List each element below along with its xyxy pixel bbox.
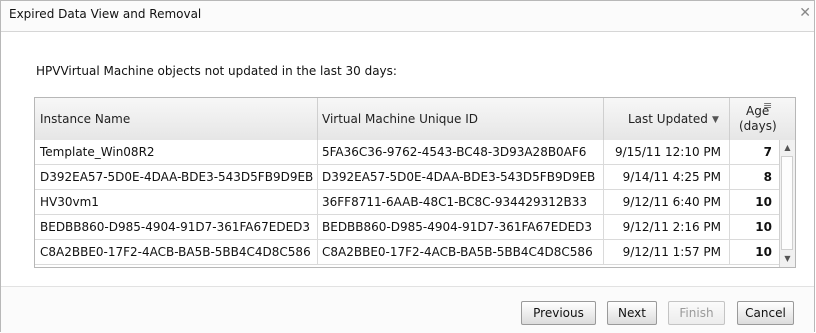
- scrollbar-thumb[interactable]: [781, 156, 793, 250]
- table-row[interactable]: BEDBB860-D985-4904-91D7-361FA67EDED3 BED…: [35, 215, 779, 240]
- age-cell: 10: [755, 245, 772, 259]
- age-cell: 7: [763, 145, 772, 159]
- scroll-up-icon[interactable]: ▲: [780, 140, 795, 155]
- description-text: HPVVirtual Machine objects not updated i…: [36, 64, 397, 78]
- grid-header: Instance Name Virtual Machine Unique ID …: [35, 98, 795, 141]
- finish-button[interactable]: Finish: [668, 301, 725, 325]
- column-menu-icon[interactable]: ≡: [763, 99, 772, 112]
- age-cell: 8: [763, 170, 772, 184]
- expired-data-dialog: Expired Data View and Removal ✕ HPVVirtu…: [0, 0, 815, 333]
- cancel-button[interactable]: Cancel: [737, 301, 794, 325]
- next-button[interactable]: Next: [607, 301, 657, 325]
- unique-id-cell: D392EA57-5D0E-4DAA-BDE3-543D5FB9D9EB: [318, 165, 604, 189]
- column-header-instance-name[interactable]: Instance Name: [35, 98, 318, 140]
- unique-id-cell: C8A2BBE0-17F2-4ACB-BA5B-5BB4C4D8C586: [318, 240, 604, 264]
- dialog-footer: Previous Next Finish Cancel: [1, 286, 814, 333]
- instance-name-cell: BEDBB860-D985-4904-91D7-361FA67EDED3: [35, 215, 318, 239]
- unique-id-cell: 5FA36C36-9762-4543-BC48-3D93A28B0AF6: [318, 140, 604, 164]
- dialog-titlebar: Expired Data View and Removal ✕: [1, 1, 814, 32]
- column-header-last-updated[interactable]: Last Updated ▼: [604, 98, 730, 140]
- last-updated-cell: 9/15/11 12:10 PM: [604, 140, 730, 164]
- unique-id-cell: 36FF8711-6AAB-48C1-BC8C-934429312B33: [318, 190, 604, 214]
- instance-name-cell: Template_Win08R2: [35, 140, 318, 164]
- last-updated-cell: 9/12/11 2:16 PM: [604, 215, 730, 239]
- unique-id-cell: BEDBB860-D985-4904-91D7-361FA67EDED3: [318, 215, 604, 239]
- instance-name-cell: D392EA57-5D0E-4DAA-BDE3-543D5FB9D9EB: [35, 165, 318, 189]
- close-icon[interactable]: ✕: [799, 5, 811, 21]
- table-row[interactable]: HV30vm1 36FF8711-6AAB-48C1-BC8C-93442931…: [35, 190, 779, 215]
- column-header-unique-id[interactable]: Virtual Machine Unique ID: [318, 98, 604, 140]
- grid-vertical-scrollbar[interactable]: ▲ ▼: [779, 140, 795, 267]
- column-header-age[interactable]: Age (days) ≡: [730, 98, 795, 140]
- last-updated-cell: 9/12/11 1:57 PM: [604, 240, 730, 264]
- table-row[interactable]: D392EA57-5D0E-4DAA-BDE3-543D5FB9D9EB D39…: [35, 165, 779, 190]
- instance-name-cell: C8A2BBE0-17F2-4ACB-BA5B-5BB4C4D8C586: [35, 240, 318, 264]
- last-updated-cell: 9/12/11 6:40 PM: [604, 190, 730, 214]
- table-row[interactable]: Template_Win08R2 5FA36C36-9762-4543-BC48…: [35, 140, 779, 165]
- age-cell: 10: [755, 195, 772, 209]
- last-updated-cell: 9/14/11 4:25 PM: [604, 165, 730, 189]
- sort-descending-icon: ▼: [712, 115, 719, 125]
- expired-objects-grid: Instance Name Virtual Machine Unique ID …: [34, 97, 796, 268]
- dialog-title: Expired Data View and Removal: [9, 7, 202, 21]
- instance-name-cell: HV30vm1: [35, 190, 318, 214]
- table-row[interactable]: C8A2BBE0-17F2-4ACB-BA5B-5BB4C4D8C586 C8A…: [35, 240, 779, 265]
- scroll-down-icon[interactable]: ▼: [780, 251, 795, 266]
- age-cell: 10: [755, 220, 772, 234]
- previous-button[interactable]: Previous: [521, 301, 596, 325]
